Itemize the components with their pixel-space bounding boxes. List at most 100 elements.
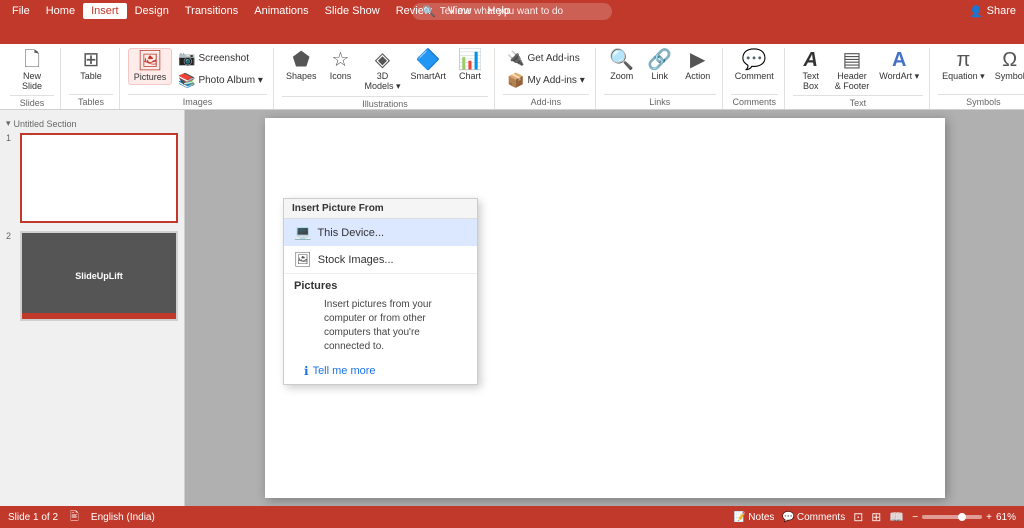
stock-images-icon: 🖼	[294, 251, 312, 268]
comments-icon-status: 💬	[782, 512, 794, 523]
ribbon-group-images: 🖼 Pictures 📷 Screenshot 📚 Photo Album ▾ …	[122, 48, 274, 109]
comment-button[interactable]: 💬 Comment	[731, 48, 778, 83]
symbols-group-label: Symbols	[938, 94, 1024, 109]
zoom-in-icon[interactable]: +	[986, 512, 992, 523]
new-slide-button[interactable]: 🗋 NewSlide	[10, 48, 54, 93]
equation-button[interactable]: π Equation ▾	[938, 48, 989, 84]
symbol-button[interactable]: Ω Symbol	[991, 48, 1024, 83]
pictures-icon: 🖼	[137, 51, 162, 71]
zoom-slider-thumb[interactable]	[958, 513, 966, 521]
shapes-button[interactable]: ⬟ Shapes	[282, 48, 321, 83]
slide-number-1: 1	[6, 133, 16, 143]
canvas-area[interactable]: Insert Picture From 💻 This Device... 🖼 S…	[185, 110, 1024, 506]
comment-icon: 💬	[742, 50, 767, 70]
slide-thumb-2[interactable]: 2 SlideUpLift	[6, 231, 178, 321]
ribbon-group-links: 🔍 Zoom 🔗 Link ▶ Action Links	[598, 48, 723, 109]
comments-button[interactable]: 💬 Comments	[782, 512, 845, 523]
zoom-out-icon[interactable]: −	[912, 512, 918, 523]
text-box-button[interactable]: A TextBox	[793, 48, 829, 93]
this-device-item[interactable]: 💻 This Device...	[284, 219, 477, 246]
link-button[interactable]: 🔗 Link	[642, 48, 678, 83]
comments-group-label: Comments	[731, 94, 778, 109]
zoom-icon: 🔍	[609, 50, 634, 70]
my-addins-button[interactable]: 📦 My Add-ins ▾	[503, 70, 589, 91]
slide-sorter-button[interactable]: ⊞	[871, 510, 881, 524]
get-addins-icon: 🔌	[507, 50, 524, 67]
photo-album-label: Photo Album ▾	[198, 75, 263, 86]
get-addins-button[interactable]: 🔌 Get Add-ins	[503, 48, 589, 69]
this-device-label: This Device...	[317, 227, 384, 239]
ribbon-group-illustrations: ⬟ Shapes ☆ Icons ◈ 3DModels ▾ 🔷 SmartArt…	[276, 48, 495, 109]
insert-picture-dropdown: Insert Picture From 💻 This Device... 🖼 S…	[283, 198, 478, 385]
section-label: Untitled Section	[14, 119, 77, 129]
photo-album-button[interactable]: 📚 Photo Album ▾	[174, 70, 267, 91]
menu-slideshow[interactable]: Slide Show	[317, 3, 388, 19]
this-device-icon: 💻	[294, 224, 311, 241]
menu-animations[interactable]: Animations	[246, 3, 316, 19]
normal-view-button[interactable]: ⊡	[853, 510, 863, 524]
zoom-level: 61%	[996, 512, 1016, 523]
illustrations-group-label: Illustrations	[282, 96, 488, 110]
ribbon-group-tables: ⊞ Table Tables	[63, 48, 120, 109]
symbol-icon: Ω	[1002, 50, 1017, 70]
icons-button[interactable]: ☆ Icons	[322, 48, 358, 83]
link-icon: 🔗	[647, 50, 672, 70]
tell-me-more-label: Tell me more	[313, 365, 376, 377]
action-button[interactable]: ▶ Action	[680, 48, 716, 83]
screenshot-label: Screenshot	[198, 53, 249, 64]
language: English (India)	[91, 512, 155, 523]
slide-info: Slide 1 of 2	[8, 512, 58, 523]
ribbon-group-text: A TextBox ▤ Header& Footer A WordArt ▾ T…	[787, 48, 930, 109]
shapes-icon: ⬟	[293, 50, 310, 70]
screenshot-button[interactable]: 📷 Screenshot	[174, 48, 267, 69]
section-collapse-icon[interactable]: ▾ Untitled Section	[6, 118, 178, 129]
stock-images-item[interactable]: 🖼 Stock Images...	[284, 246, 477, 273]
zoom-control[interactable]: − + 61%	[912, 512, 1016, 523]
3d-models-icon: ◈	[375, 50, 390, 70]
photo-album-icon: 📚	[178, 72, 195, 89]
my-addins-label: My Add-ins ▾	[527, 75, 584, 86]
pictures-section-label: Pictures	[294, 280, 467, 292]
share-button[interactable]: Share	[987, 5, 1016, 17]
ribbon-group-slides: 🗋 NewSlide Slides	[4, 48, 61, 109]
tell-me-more-link[interactable]: ℹ Tell me more	[294, 360, 467, 382]
action-icon: ▶	[690, 50, 705, 70]
header-footer-button[interactable]: ▤ Header& Footer	[831, 48, 874, 93]
slide-preview-2[interactable]: SlideUpLift	[20, 231, 178, 321]
wordart-icon: A	[892, 50, 906, 70]
chart-button[interactable]: 📊 Chart	[452, 48, 488, 83]
search-bar[interactable]: Tell me what you want to do	[440, 6, 563, 17]
slide-preview-1[interactable]	[20, 133, 178, 223]
menu-home[interactable]: Home	[38, 3, 83, 19]
share-icon: 👤	[969, 5, 983, 18]
addins-group-label: Add-ins	[503, 94, 589, 109]
slide-thumb-1[interactable]: 1	[6, 133, 178, 223]
menu-insert[interactable]: Insert	[83, 3, 127, 19]
menu-transitions[interactable]: Transitions	[177, 3, 246, 19]
new-slide-icon: 🗋	[24, 50, 40, 70]
zoom-slider[interactable]	[922, 515, 982, 519]
table-icon: ⊞	[83, 50, 100, 70]
my-addins-icon: 📦	[507, 72, 524, 89]
pictures-button[interactable]: 🖼 Pictures	[128, 48, 172, 85]
smartart-icon: 🔷	[416, 50, 441, 70]
notes-button[interactable]: 📝 Notes	[734, 512, 775, 523]
3d-models-button[interactable]: ◈ 3DModels ▾	[360, 48, 404, 94]
menu-file[interactable]: File	[4, 3, 38, 19]
reading-view-button[interactable]: 📖	[889, 510, 904, 524]
equation-icon: π	[957, 50, 971, 70]
images-group-label: Images	[128, 94, 267, 109]
wordart-button[interactable]: A WordArt ▾	[875, 48, 923, 84]
status-bar: Slide 1 of 2 🖹 English (India) 📝 Notes 💬…	[0, 506, 1024, 528]
zoom-button[interactable]: 🔍 Zoom	[604, 48, 640, 83]
menu-design[interactable]: Design	[127, 3, 177, 19]
header-footer-icon: ▤	[843, 50, 862, 70]
smartart-button[interactable]: 🔷 SmartArt	[407, 48, 451, 83]
slide-preview-2-text: SlideUpLift	[75, 271, 123, 281]
text-group-label: Text	[793, 95, 923, 110]
icons-icon: ☆	[332, 50, 350, 70]
text-box-icon: A	[804, 50, 818, 70]
ribbon-group-symbols: π Equation ▾ Ω Symbol Symbols	[932, 48, 1024, 109]
stock-images-label: Stock Images...	[318, 254, 394, 266]
table-button[interactable]: ⊞ Table	[69, 48, 113, 83]
